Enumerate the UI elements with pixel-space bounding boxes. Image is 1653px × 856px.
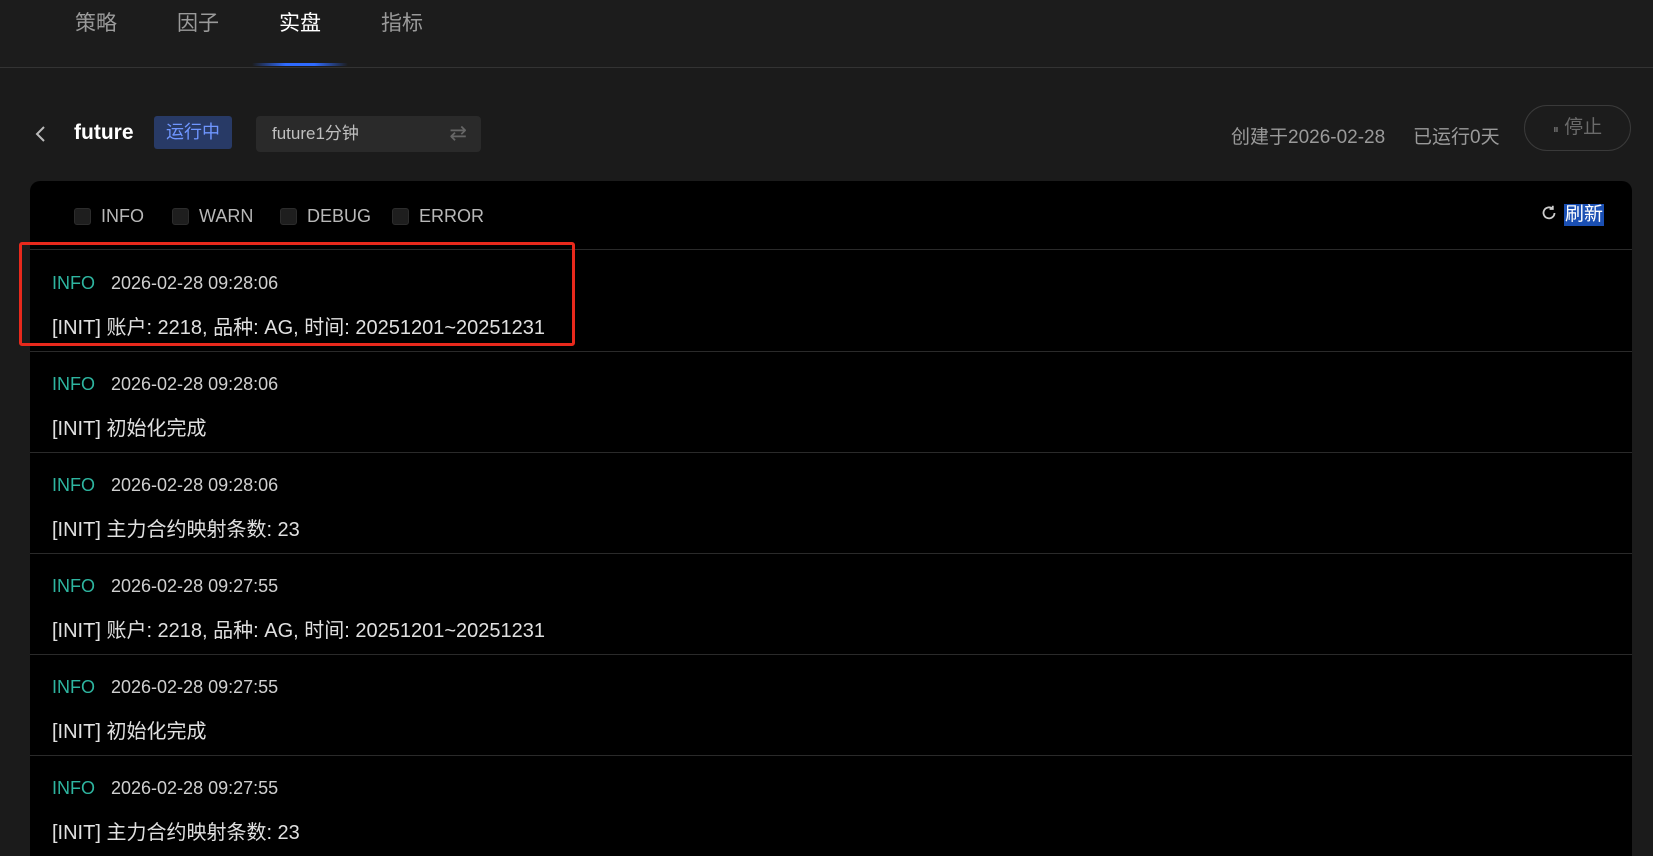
log-entry: INFO 2026-02-28 09:27:55 [INIT] 初始化完成: [30, 655, 1632, 756]
log-timestamp: 2026-02-28 09:28:06: [111, 475, 279, 495]
filter-label: ERROR: [419, 205, 485, 226]
tab-label: 指标: [381, 12, 423, 35]
log-timestamp: 2026-02-28 09:27:55: [111, 677, 279, 697]
checkbox[interactable]: [74, 207, 91, 225]
refresh-button[interactable]: 刷新: [1540, 203, 1605, 227]
tab-label: 因子: [177, 12, 219, 35]
filter-label: WARN: [199, 205, 254, 226]
refresh-icon: [1540, 204, 1558, 227]
stop-label: 停止: [1564, 117, 1603, 138]
log-timestamp: 2026-02-28 09:28:06: [111, 374, 279, 394]
log-entry: INFO 2026-02-28 09:27:55 [INIT] 主力合约映射条数…: [30, 756, 1632, 856]
tab-indicator[interactable]: 指标: [372, 6, 432, 66]
checkbox[interactable]: [172, 207, 189, 225]
log-message: [INIT] 初始化完成: [52, 721, 207, 743]
log-filter-bar: INFO WARN DEBUG ERROR 刷新: [30, 181, 1632, 250]
filter-warn[interactable]: WARN: [172, 205, 253, 227]
log-entry: INFO 2026-02-28 09:27:55 [INIT] 账户: 2218…: [30, 554, 1632, 655]
filter-info[interactable]: INFO: [74, 205, 144, 227]
strategy-header: future 运行中 future1分钟 ⇄ 创建于2026-02-28 已运行…: [0, 105, 1653, 153]
running-duration: 已运行0天: [1413, 127, 1500, 148]
tab-live-trading[interactable]: 实盘: [252, 6, 348, 66]
filter-debug[interactable]: DEBUG: [280, 205, 371, 227]
log-message: [INIT] 账户: 2218, 品种: AG, 时间: 20251201~20…: [52, 620, 546, 642]
filter-error[interactable]: ERROR: [392, 205, 484, 227]
status-badge: 运行中: [154, 116, 232, 149]
log-entry: INFO 2026-02-28 09:28:06 [INIT] 主力合约映射条数…: [30, 453, 1632, 554]
log-level: INFO: [52, 778, 95, 798]
created-date: 创建于2026-02-28: [1231, 127, 1386, 148]
selector-value: future1分钟: [272, 124, 359, 143]
back-icon[interactable]: [34, 123, 48, 145]
pause-icon: ⏸: [1552, 122, 1559, 136]
log-level: INFO: [52, 576, 95, 596]
tab-factor[interactable]: 因子: [168, 6, 228, 66]
filter-label: INFO: [101, 205, 144, 226]
log-entry: INFO 2026-02-28 09:28:06 [INIT] 初始化完成: [30, 352, 1632, 453]
refresh-label: 刷新: [1564, 204, 1605, 226]
log-message: [INIT] 初始化完成: [52, 418, 207, 440]
filter-label: DEBUG: [307, 205, 372, 226]
top-nav: 策略 因子 实盘 指标: [0, 0, 1653, 68]
tab-label: 策略: [75, 12, 117, 35]
checkbox[interactable]: [280, 207, 297, 225]
swap-icon: ⇄: [449, 122, 467, 145]
log-message: [INIT] 主力合约映射条数: 23: [52, 519, 300, 541]
tab-label: 实盘: [279, 12, 321, 35]
log-timestamp: 2026-02-28 09:27:55: [111, 778, 279, 798]
tab-active-underline: [252, 63, 348, 66]
tab-strategy[interactable]: 策略: [66, 6, 126, 66]
highlight-annotation: [19, 242, 575, 346]
log-level: INFO: [52, 374, 95, 394]
log-message: [INIT] 主力合约映射条数: 23: [52, 822, 300, 844]
checkbox[interactable]: [392, 207, 409, 225]
stop-button[interactable]: ⏸ 停止: [1524, 105, 1631, 151]
strategy-selector[interactable]: future1分钟 ⇄: [256, 116, 481, 152]
log-timestamp: 2026-02-28 09:27:55: [111, 576, 279, 596]
strategy-name: future: [74, 121, 134, 144]
log-level: INFO: [52, 677, 95, 697]
log-level: INFO: [52, 475, 95, 495]
